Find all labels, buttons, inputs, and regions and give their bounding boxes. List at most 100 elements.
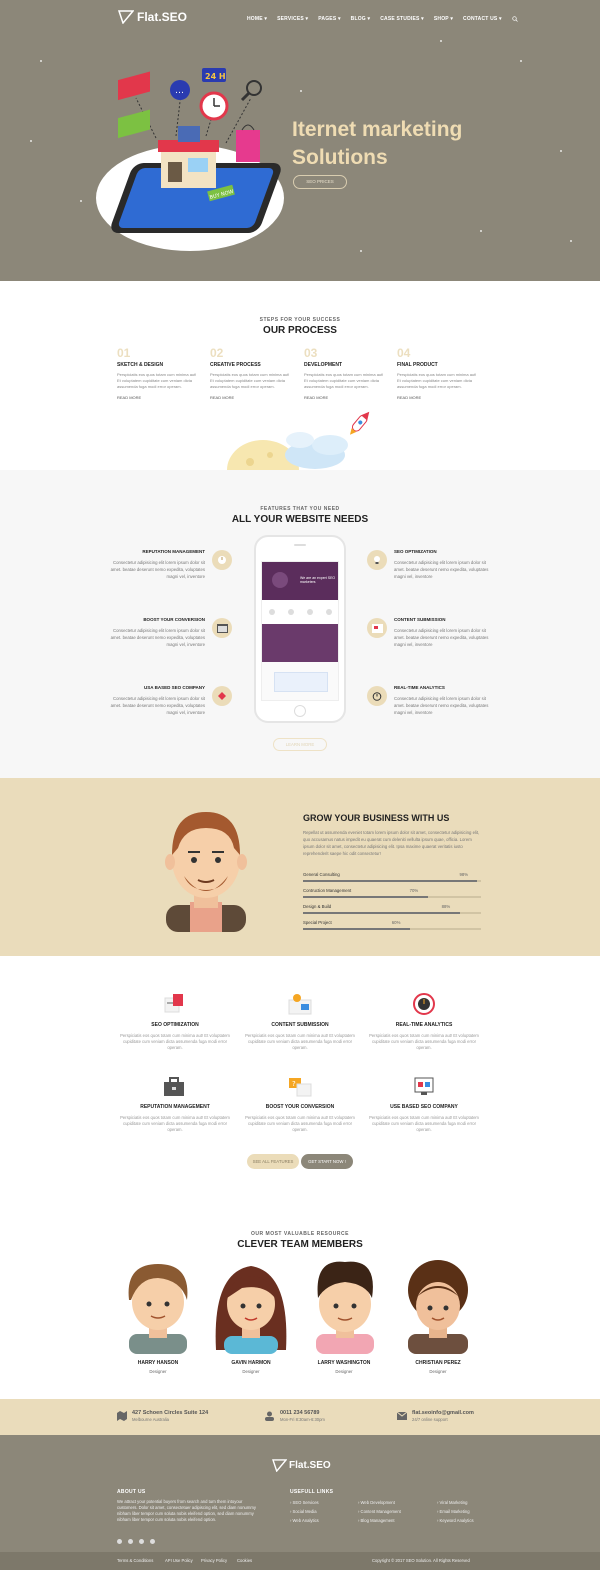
bottom-link-cookies[interactable]: Cookies <box>237 1558 252 1563</box>
feature-description: Consectetur adipisicing elit lorem ipsum… <box>110 628 205 647</box>
footer-link[interactable]: › Blog Management <box>358 1518 395 1523</box>
feature-description: Consectetur adipisicing elit lorem ipsum… <box>394 696 489 715</box>
logo-triangle-icon <box>272 1459 287 1472</box>
skill-bar-fill <box>303 912 460 914</box>
nav-services[interactable]: SERVICES ▾ <box>277 16 308 22</box>
grow-description: Repellat ut assumenda eveniet totam lore… <box>303 830 480 856</box>
phone-user-icon <box>265 1411 274 1421</box>
team-title: CLEVER TEAM MEMBERS <box>237 1239 363 1250</box>
email-text[interactable]: flat.seoinfo@gmail.com <box>412 1410 474 1416</box>
hero-title: Iternet marketing Solutions <box>292 116 552 172</box>
step-number: 03 <box>304 346 318 360</box>
search-icon[interactable] <box>512 16 518 22</box>
member-avatar <box>128 1264 188 1354</box>
screen-banner-text: We are an expert SEO marketers <box>300 576 336 584</box>
read-more-link[interactable]: READ MORE <box>397 395 477 400</box>
footer-link[interactable]: › Keyword Analytics <box>437 1518 474 1523</box>
feature-title: USA BASED SEO COMPANY <box>143 685 205 690</box>
about-text: We attract your potential buyers from se… <box>117 1499 256 1522</box>
phone-speaker <box>294 544 306 546</box>
bottom-link-privacy[interactable]: Privacy Policy <box>201 1558 227 1563</box>
contact-address: 427 Schoen Circles Suite 124 Melbourne A… <box>132 1410 208 1422</box>
twitter-icon[interactable] <box>128 1539 133 1544</box>
pinterest-icon[interactable] <box>150 1539 155 1544</box>
service-item: USE BASED SEO COMPANY Perspiciatis eos q… <box>364 1104 484 1133</box>
feature-title: CONTENT SUBMISSION <box>394 617 446 622</box>
phone-text: 0011 234 56789 <box>280 1410 320 1416</box>
step-title: CREATIVE PROCESS <box>210 362 261 368</box>
learn-more-button[interactable]: LEARN MORE <box>273 738 327 751</box>
step-description: Perspiciatis eos quos totam cum minima a… <box>210 372 290 389</box>
process-step: 01 SKETCH & DESIGN Perspiciatis eos quos… <box>117 346 197 400</box>
feature-description: Consectetur adipisicing elit lorem ipsum… <box>110 560 205 579</box>
read-more-link[interactable]: READ MORE <box>117 395 197 400</box>
service-description: Perspiciatis eos quos totam cum minima a… <box>120 1033 230 1050</box>
feature-item: CONTENT SUBMISSION Consectetur adipisici… <box>394 617 494 648</box>
nav-shop[interactable]: SHOP ▾ <box>434 16 453 22</box>
get-start-now-button[interactable]: GET START NOW ! <box>301 1154 353 1169</box>
feature-item: REAL-TIME ANALYTICS Consectetur adipisic… <box>394 685 494 716</box>
service-title: REAL-TIME ANALYTICS <box>395 1022 453 1028</box>
briefcase-icon <box>164 1077 184 1096</box>
conversion-icon: ? <box>289 1078 312 1097</box>
grow-title: GROW YOUR BUSINESS WITH US <box>303 813 450 823</box>
skill-bar-fill <box>303 928 410 930</box>
step-description: Perspiciatis eos quos totam cum minima a… <box>117 372 197 389</box>
copyright: Copyright © 2017 SEO Solution. All Right… <box>372 1558 470 1563</box>
member-name: LARRY WASHINGTON <box>317 1360 371 1366</box>
skill-bar-label: General Consulting <box>303 872 340 877</box>
phone-home-button <box>294 705 306 717</box>
footer-link[interactable]: › Web Analytics <box>290 1518 319 1523</box>
feature-item: REPUTATION MANAGEMENT Consectetur adipis… <box>105 549 205 580</box>
bottom-link-terms[interactable]: Terms & Conditions <box>117 1558 153 1563</box>
footer-link[interactable]: › Viral Marketing <box>437 1500 467 1505</box>
service-title: CONTENT SUBMISSION <box>271 1022 329 1028</box>
member-role: Designer <box>429 1369 447 1374</box>
skill-bar-percent: 98% <box>459 872 469 877</box>
team-member-card: GAVIN HARMON Designer <box>206 1360 296 1374</box>
features-subtitle: FEATURES THAT YOU NEED <box>260 506 340 512</box>
step-title: DEVELOPMENT <box>304 362 343 368</box>
read-more-link[interactable]: READ MORE <box>304 395 384 400</box>
feature-description: Consectetur adipisicing elit lorem ipsum… <box>394 628 489 647</box>
team-member-card: HARRY HANSON Designer <box>113 1360 203 1374</box>
phone-mockup: We are an expert SEO marketers <box>254 535 346 723</box>
member-role: Designer <box>335 1369 353 1374</box>
skill-bar-track <box>303 896 481 898</box>
member-name: GAVIN HARMON <box>231 1360 271 1366</box>
skill-bar-percent: 60% <box>391 920 401 925</box>
hero-section: Flat.SEO HOME ▾ SERVICES ▾ PAGES ▾ BLOG … <box>0 0 600 281</box>
step-number: 01 <box>117 346 131 360</box>
bottom-link-api[interactable]: API Use Policy <box>165 1558 193 1563</box>
read-more-link[interactable]: READ MORE <box>210 395 290 400</box>
footer-logo[interactable]: Flat.SEO <box>272 1459 331 1472</box>
email-subtext: 24/7 online support <box>412 1417 448 1422</box>
footer-link[interactable]: › Content Management <box>358 1509 401 1514</box>
see-all-features-button[interactable]: SEE ALL FEATURES <box>247 1154 299 1169</box>
member-avatar <box>316 1261 374 1354</box>
linkedin-icon[interactable] <box>139 1539 144 1544</box>
hero-title-line1: Iternet marketing <box>292 118 463 141</box>
svg-text:…: … <box>175 86 184 96</box>
brand-logo[interactable]: Flat.SEO <box>118 10 187 24</box>
team-subtitle: OUR MOST VALUABLE RESOURCE <box>251 1231 349 1237</box>
footer-link[interactable]: › Social Media <box>290 1509 317 1514</box>
facebook-icon[interactable] <box>117 1539 122 1544</box>
nav-blog[interactable]: BLOG ▾ <box>351 16 371 22</box>
footer-link[interactable]: › Web Development <box>358 1500 395 1505</box>
footer-link[interactable]: › SEO Services <box>290 1500 319 1505</box>
service-description: Perspiciatis eos quos totam cum minima a… <box>369 1115 479 1132</box>
step-number: 02 <box>210 346 224 360</box>
step-title: FINAL PRODUCT <box>397 362 438 368</box>
member-role: Designer <box>242 1369 260 1374</box>
nav-case-studies[interactable]: CASE STUDIES ▾ <box>380 16 424 22</box>
step-number: 04 <box>397 346 411 360</box>
skill-bar-track <box>303 912 481 914</box>
feature-description: Consectetur adipisicing elit lorem ipsum… <box>394 560 489 579</box>
nav-contact[interactable]: CONTACT US ▾ <box>463 16 502 22</box>
service-description: Perspiciatis eos quos totam cum minima a… <box>120 1115 230 1132</box>
nav-pages[interactable]: PAGES ▾ <box>318 16 340 22</box>
footer-link[interactable]: › Email Marketing <box>437 1509 470 1514</box>
seo-prices-button[interactable]: SEO PRICES <box>293 175 347 189</box>
nav-home[interactable]: HOME ▾ <box>247 16 267 22</box>
